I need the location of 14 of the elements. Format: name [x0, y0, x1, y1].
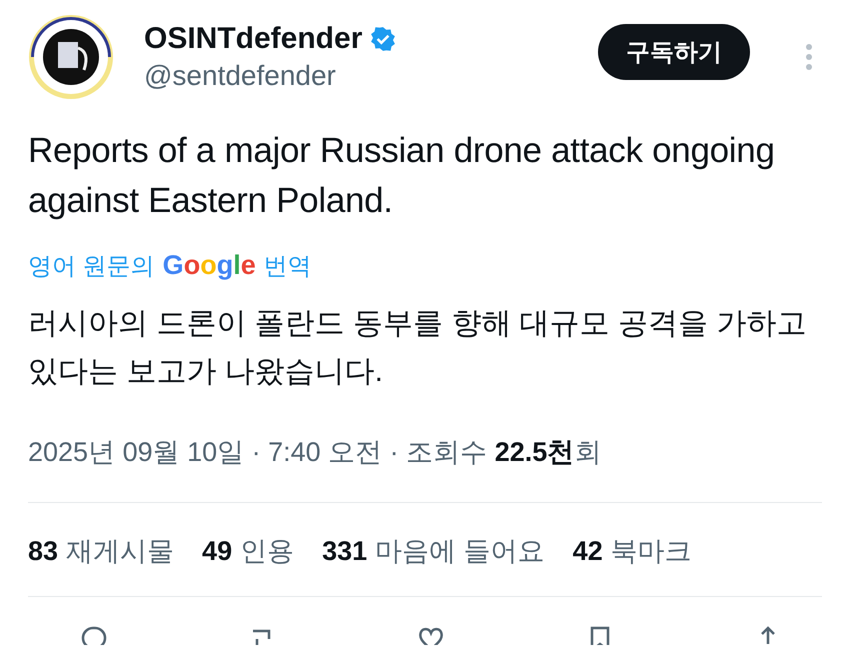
reply-icon[interactable]: [80, 625, 108, 645]
avatar-logo[interactable]: [28, 14, 114, 100]
engagement-stat[interactable]: 42 북마크: [572, 533, 692, 569]
heart-icon[interactable]: [417, 625, 445, 645]
google-logo: Google: [162, 250, 256, 281]
post-meta: 2025년 09월 10일 · 7:40 오전 · 조회수 22.5천회: [28, 436, 602, 469]
engagement-stat[interactable]: 49 인용: [202, 533, 294, 569]
engagement-stat[interactable]: 331 마음에 들어요: [322, 533, 545, 569]
author-handle: @sentdefender: [144, 60, 337, 92]
author-name[interactable]: OSINTdefender: [144, 22, 362, 56]
post-text: Reports of a major Russian drone attack ongoing against Eastern Poland.: [28, 130, 776, 222]
engagement-stat[interactable]: 83 재게시물: [28, 533, 174, 569]
translated-text: 러시아의 드론이 폴란드 동부를 향해 대규모 공격을 가하고 있다는 보고가 나왔습니다.: [28, 306, 808, 390]
follow-button[interactable]: 구독하기: [598, 24, 750, 80]
